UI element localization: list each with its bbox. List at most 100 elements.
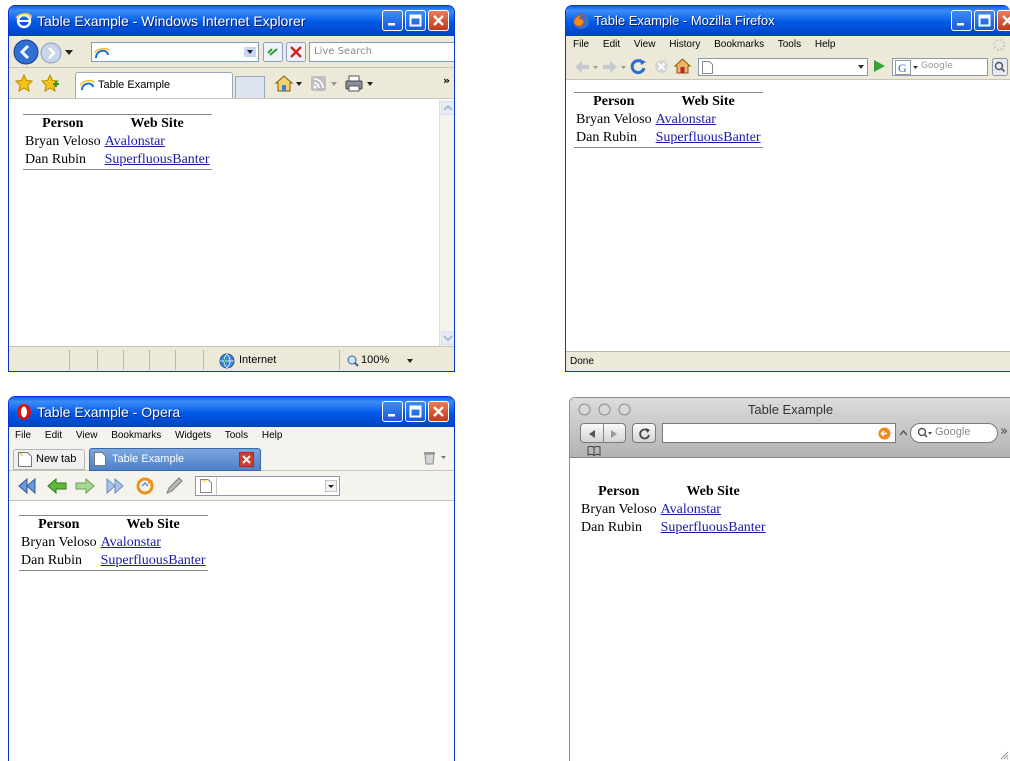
rewind-icon[interactable]: [17, 478, 37, 494]
menu-history[interactable]: History: [669, 39, 700, 50]
reload-icon[interactable]: [630, 58, 647, 75]
back-icon[interactable]: [13, 39, 39, 65]
ie-new-tab[interactable]: [235, 76, 265, 98]
add-favorite-icon[interactable]: [41, 74, 59, 92]
forward-dropdown-icon[interactable]: [621, 66, 626, 69]
menu-help[interactable]: Help: [815, 39, 836, 50]
close-button[interactable]: [428, 401, 449, 422]
firefox-search-field[interactable]: G Google: [892, 58, 988, 76]
snapback-icon[interactable]: [878, 427, 891, 440]
home-icon[interactable]: [275, 75, 293, 92]
ie-address-field[interactable]: [91, 42, 259, 62]
close-button[interactable]: [997, 10, 1010, 31]
minimize-button[interactable]: [951, 10, 972, 31]
site-link[interactable]: Avalonstar: [105, 134, 165, 149]
scroll-up-icon[interactable]: [441, 101, 455, 115]
menu-widgets[interactable]: Widgets: [175, 430, 211, 441]
fast-forward-icon[interactable]: [105, 478, 125, 494]
stop-icon[interactable]: [654, 59, 669, 74]
address-dropdown-icon[interactable]: [325, 480, 337, 492]
toolbar-overflow-icon[interactable]: »: [443, 74, 450, 87]
print-dropdown-icon[interactable]: [367, 82, 373, 86]
site-link[interactable]: Avalonstar: [656, 112, 716, 127]
menu-view[interactable]: View: [634, 39, 656, 50]
trash-icon[interactable]: [423, 450, 436, 465]
menu-tools[interactable]: Tools: [778, 39, 801, 50]
url-dropdown-icon[interactable]: [858, 65, 864, 69]
zoom-dropdown-icon[interactable]: [407, 359, 413, 363]
ie-search-field[interactable]: Live Search: [309, 42, 454, 62]
address-dropdown-icon[interactable]: [244, 47, 256, 57]
feeds-dropdown-icon[interactable]: [331, 82, 337, 86]
refresh-icon[interactable]: [263, 42, 283, 62]
edit-icon[interactable]: [165, 477, 183, 495]
window-resize-grip-icon[interactable]: [999, 750, 1009, 760]
site-link[interactable]: SuperfluousBanter: [661, 520, 766, 535]
maximize-button[interactable]: [405, 401, 426, 422]
table-row: Dan Rubin SuperfluousBanter: [574, 129, 763, 148]
menu-bookmarks[interactable]: Bookmarks: [111, 430, 161, 441]
reload-icon[interactable]: [135, 476, 155, 496]
site-link[interactable]: Avalonstar: [101, 535, 161, 550]
back-icon[interactable]: [47, 478, 67, 494]
maximize-button[interactable]: [405, 10, 426, 31]
close-button[interactable]: [428, 10, 449, 31]
safari-search-field[interactable]: Google: [910, 423, 998, 443]
safari-window: Table Example Google » Person Web Site B…: [569, 397, 1010, 761]
bookmarks-book-icon[interactable]: [587, 446, 601, 456]
back-dropdown-icon[interactable]: [593, 66, 598, 69]
back-icon[interactable]: [574, 60, 590, 74]
safari-url-field[interactable]: [662, 423, 896, 443]
menu-file[interactable]: File: [15, 430, 31, 441]
forward-icon[interactable]: [602, 60, 618, 74]
opera-address-field[interactable]: [195, 476, 340, 496]
print-icon[interactable]: [345, 75, 363, 92]
menu-edit[interactable]: Edit: [45, 430, 62, 441]
site-link[interactable]: Avalonstar: [661, 502, 721, 517]
menu-help[interactable]: Help: [262, 430, 283, 441]
ie-title-bar[interactable]: Table Example - Windows Internet Explore…: [9, 6, 454, 36]
ie-tab[interactable]: Table Example: [75, 72, 233, 98]
maximize-button[interactable]: [974, 10, 995, 31]
menu-edit[interactable]: Edit: [603, 39, 620, 50]
go-icon[interactable]: [872, 59, 886, 73]
google-icon[interactable]: G: [895, 60, 911, 75]
trash-dropdown-icon[interactable]: [441, 456, 446, 459]
opera-active-tab[interactable]: Table Example: [89, 448, 261, 471]
close-tab-icon[interactable]: [239, 452, 254, 467]
zoom-icon[interactable]: [347, 355, 359, 367]
minimize-button[interactable]: [382, 401, 403, 422]
favorites-star-icon[interactable]: [15, 74, 33, 92]
home-dropdown-icon[interactable]: [296, 82, 302, 86]
new-tab-button[interactable]: New tab: [13, 449, 85, 470]
search-icon[interactable]: [992, 58, 1008, 76]
stop-icon[interactable]: [286, 42, 306, 62]
back-icon[interactable]: [587, 429, 597, 439]
site-link[interactable]: SuperfluousBanter: [101, 553, 206, 568]
minimize-button[interactable]: [382, 10, 403, 31]
reload-button[interactable]: [632, 423, 656, 443]
search-engine-dropdown-icon[interactable]: [913, 66, 918, 69]
menu-bookmarks[interactable]: Bookmarks: [714, 39, 764, 50]
menu-view[interactable]: View: [76, 430, 98, 441]
forward-icon[interactable]: [609, 429, 619, 439]
search-icon[interactable]: [917, 427, 933, 440]
forward-icon[interactable]: [75, 478, 95, 494]
site-link[interactable]: SuperfluousBanter: [656, 130, 761, 145]
safari-data-table: Person Web Site Bryan Veloso Avalonstar …: [579, 483, 768, 537]
resize-handle-icon[interactable]: [900, 430, 907, 436]
opera-title-bar[interactable]: Table Example - Opera: [9, 397, 454, 427]
firefox-title-bar[interactable]: Table Example - Mozilla Firefox: [566, 6, 1010, 36]
site-link[interactable]: SuperfluousBanter: [105, 152, 210, 167]
menu-tools[interactable]: Tools: [225, 430, 248, 441]
toolbar-overflow-icon[interactable]: »: [1000, 424, 1008, 439]
zoom-level[interactable]: 100%: [361, 354, 389, 366]
home-icon[interactable]: [674, 58, 691, 74]
ie-scrollbar[interactable]: [439, 100, 455, 346]
feeds-icon[interactable]: [311, 76, 326, 91]
menu-file[interactable]: File: [573, 39, 589, 50]
forward-icon[interactable]: [40, 42, 62, 64]
firefox-url-field[interactable]: [698, 58, 868, 76]
history-dropdown-icon[interactable]: [65, 50, 73, 56]
scroll-down-icon[interactable]: [441, 331, 455, 345]
